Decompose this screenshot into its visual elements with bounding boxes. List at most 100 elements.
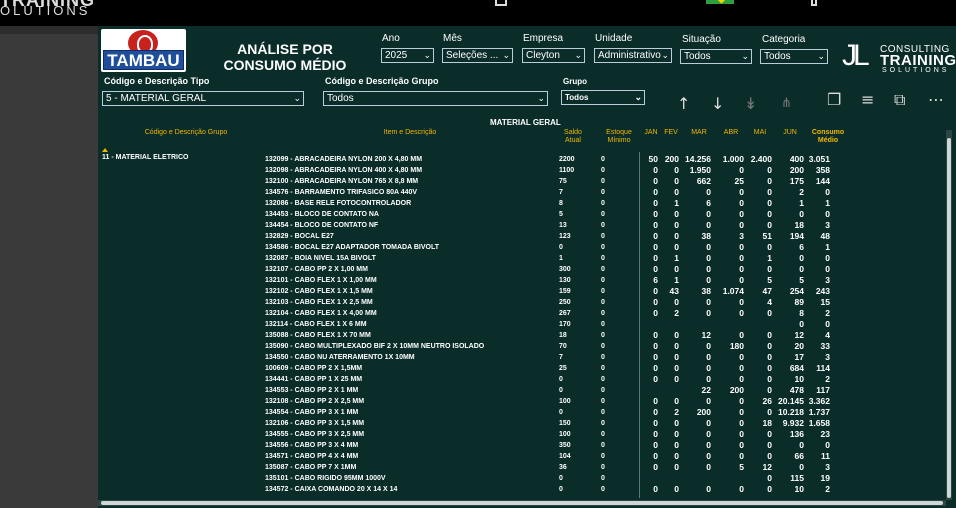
table-row[interactable]: 134453 - BLOCO DE CONTATO NA 5 0 0 0 0 0 0 0 0 <box>98 209 946 220</box>
cell-mai: 0 <box>767 473 772 483</box>
copy-icon[interactable]: ❐ <box>827 92 841 108</box>
cell-abr: 1.074 <box>722 286 744 296</box>
table-row[interactable]: 132104 - CABO FLEX 1 X 4,00 MM 267 0 0 2 0 0 0 8… <box>98 308 946 319</box>
table-row[interactable]: 135087 - CABO PP 7 X 1MM 36 0 0 0 0 5 12 0 3 <box>98 462 946 473</box>
arrow-down-icon[interactable]: ↓ <box>711 96 724 112</box>
filter-ano-value: 2025 <box>385 50 408 61</box>
table-row[interactable]: 132108 - CABO PP 2 X 2,5 MM 100 0 0 0 0 0 26 20.… <box>98 396 946 407</box>
toolbar-icon[interactable] <box>811 0 817 6</box>
vertical-scroll-thumb[interactable] <box>947 138 951 498</box>
col-header-jan[interactable]: JAN <box>642 129 660 137</box>
cell-cm: 3.051 <box>808 154 830 164</box>
filter-icon[interactable]: ≡ <box>861 92 874 108</box>
cell-fev: 0 <box>674 451 679 461</box>
filter-ano-select[interactable]: 2025 ⌄ <box>381 48 434 63</box>
cell-estoque: 0 <box>601 266 605 273</box>
cell-mai: 0 <box>767 341 772 351</box>
table-row[interactable]: 132087 - BOIA NIVEL 15A BIVOLT 1 0 0 1 0 0 1 0 0 <box>98 253 946 264</box>
cell-cm: 48 <box>820 231 830 241</box>
filter-situacao-select[interactable]: Todos ⌄ <box>680 49 752 64</box>
cell-fev: 0 <box>674 352 679 362</box>
col-header-jun[interactable]: JUN <box>778 129 802 137</box>
horizontal-scroll-thumb[interactable] <box>101 501 943 505</box>
filter-grupo-desc-select[interactable]: Todos ⌄ <box>323 91 548 106</box>
col-header-saldo[interactable]: Saldo Atual <box>558 129 588 145</box>
cell-item-desc: 132106 - CABO PP 3 X 1,5 MM <box>265 420 365 427</box>
chevron-down-icon: ⌄ <box>817 51 825 61</box>
arrow-up-icon[interactable]: ↑ <box>677 96 690 112</box>
table-row[interactable]: 132086 - BASE RELE FOTOCONTROLADOR 8 0 0 1 6 0… <box>98 198 946 209</box>
table-row[interactable]: 132106 - CABO PP 3 X 1,5 MM 150 0 0 0 0 0 18 9.9… <box>98 418 946 429</box>
table-row[interactable]: 135101 - CABO RIGIDO 95MM 1000V 0 0 0 115 19 <box>98 473 946 484</box>
table-row[interactable]: 134441 - CABO PP 1 X 25 MM 0 0 0 0 0 0 0 10 2 <box>98 374 946 385</box>
table-row[interactable]: 132114 - CABO FLEX 1 X 6 MM 170 0 0 0 <box>98 319 946 330</box>
table-row[interactable]: 132098 - ABRACADEIRA NYLON 400 X 4,80 MM… <box>98 165 946 176</box>
filter-empresa-value: Cleyton <box>526 50 560 61</box>
filter-unidade-select[interactable]: Administrativo ⌄ <box>594 48 672 63</box>
filter-tipo-select[interactable]: 5 - MATERIAL GERAL ⌄ <box>102 91 304 106</box>
cell-mai: 0 <box>767 374 772 384</box>
col-header-fev[interactable]: FEV <box>662 129 680 137</box>
cell-saldo: 0 <box>559 475 563 482</box>
filter-grupo-select[interactable]: Todos ⌄ <box>561 90 645 105</box>
double-arrow-down-icon[interactable]: ↡ <box>744 96 757 112</box>
col-header-grupo[interactable]: Código e Descrição Grupo <box>136 129 236 137</box>
cell-fev: 2 <box>674 407 679 417</box>
table-row[interactable]: 135090 - CABO MULTIPLEXADO BIF 2 X 10MM … <box>98 341 946 352</box>
col-header-item[interactable]: Item e Descrição <box>360 129 460 137</box>
brazil-flag-icon[interactable] <box>706 0 734 4</box>
cell-estoque: 0 <box>601 365 605 372</box>
table-row[interactable]: 134454 - BLOCO DE CONTATO NF 13 0 0 0 0 0 0 18 3 <box>98 220 946 231</box>
table-row[interactable]: 135088 - CABO FLEX 1 X 70 MM 18 0 0 0 12 0 0 12 4 <box>98 330 946 341</box>
toolbar-icon[interactable] <box>495 0 507 6</box>
cell-cm: 19 <box>820 473 830 483</box>
filter-categoria-select[interactable]: Todos ⌄ <box>760 49 828 64</box>
cell-estoque: 0 <box>601 222 605 229</box>
col-header-mai[interactable]: MAI <box>749 129 771 137</box>
table-row[interactable]: 134586 - BOCAL E27 ADAPTADOR TOMADA BIVO… <box>98 242 946 253</box>
table-row[interactable]: 132102 - CABO FLEX 1 X 1,5 MM 159 0 0 43 38 1.… <box>98 286 946 297</box>
filter-mes-select[interactable]: Seleções ... ⌄ <box>442 48 513 63</box>
table-row[interactable]: 134556 - CABO PP 3 X 4 MM 350 0 0 0 0 0 0 0 0 <box>98 440 946 451</box>
vertical-scrollbar[interactable] <box>946 130 952 500</box>
table-row[interactable]: 134572 - CAIXA COMANDO 20 X 14 X 14 0 0 0 0 0… <box>98 484 946 495</box>
sort-ascending-icon[interactable] <box>102 148 108 152</box>
more-options-icon[interactable]: ⋯ <box>928 92 944 108</box>
cell-jun: 175 <box>789 176 804 186</box>
col-header-consumo-l1: Consumo <box>811 129 845 136</box>
table-row[interactable]: 134550 - CABO NU ATERRAMENTO 1X 10MM 7 0 0 0… <box>98 352 946 363</box>
table-row[interactable]: 134576 - BARRAMENTO TRIFASICO 80A 440V 7 0… <box>98 187 946 198</box>
cell-cm: 11 <box>821 451 830 461</box>
cell-saldo: 2200 <box>559 156 575 163</box>
horizontal-scrollbar[interactable] <box>98 500 946 506</box>
table-row[interactable]: 132099 - ABRACADEIRA NYLON 200 X 4,80 MM… <box>98 154 946 165</box>
cell-abr: 200 <box>729 385 744 395</box>
col-header-mar[interactable]: MAR <box>687 129 711 137</box>
cell-mar: 0 <box>706 187 711 197</box>
cell-fev: 0 <box>674 220 679 230</box>
col-header-estoque[interactable]: Estoque Mínimo <box>602 129 636 145</box>
filter-empresa-select[interactable]: Cleyton ⌄ <box>522 48 585 63</box>
cell-cm: 0 <box>825 187 830 197</box>
cell-saldo: 100 <box>559 398 571 405</box>
table-row[interactable]: 134571 - CABO PP 4 X 4 MM 104 0 0 0 0 0 0 66 11 <box>98 451 946 462</box>
filter-unidade-value: Administrativo <box>598 50 661 61</box>
table-row[interactable]: 132107 - CABO PP 2 X 1,00 MM 300 0 0 0 0 0 0 0 0 <box>98 264 946 275</box>
table-row[interactable]: 134554 - CABO PP 3 X 1 MM 0 0 0 2 200 0 0 10.218… <box>98 407 946 418</box>
table-row[interactable]: 100609 - CABO PP 2 X 1,5MM 25 0 0 0 0 0 0 684 114 <box>98 363 946 374</box>
cell-item-desc: 132098 - ABRACADEIRA NYLON 400 X 4,80 MM <box>265 167 423 174</box>
table-row[interactable]: 132101 - CABO FLEX 1 X 1,00 MM 130 0 6 1 0 0 5 5… <box>98 275 946 286</box>
cell-jun: 0 <box>799 253 804 263</box>
hierarchy-icon[interactable]: ⋔ <box>781 96 792 112</box>
table-row[interactable]: 134555 - CABO PP 3 X 2,5 MM 100 0 0 0 0 0 0 136 2… <box>98 429 946 440</box>
table-row[interactable]: 132103 - CABO FLEX 1 X 2,5 MM 250 0 0 0 0 0 4 89… <box>98 297 946 308</box>
cell-fev: 0 <box>674 297 679 307</box>
table-row[interactable]: 134553 - CABO PP 2 X 1 MM 0 0 22 200 0 478 117 <box>98 385 946 396</box>
table-row[interactable]: 132100 - ABRACADEIRA NYLON 765 X 8,8 MM 7… <box>98 176 946 187</box>
table-row[interactable]: 132829 - BOCAL E27 123 0 0 0 38 3 51 194 48 <box>98 231 946 242</box>
col-header-abr[interactable]: ABR <box>719 129 743 137</box>
cell-jan: 0 <box>653 418 658 428</box>
focus-mode-icon[interactable]: ⧉ <box>894 92 905 108</box>
cell-saldo: 0 <box>559 376 563 383</box>
col-header-consumo[interactable]: Consumo Médio <box>810 129 846 145</box>
